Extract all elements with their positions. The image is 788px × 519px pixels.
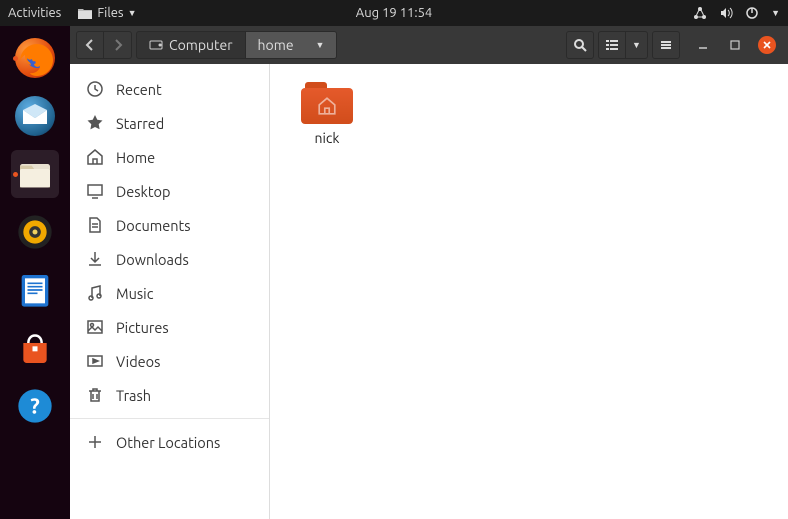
nav-back-button[interactable]: [76, 31, 104, 59]
music-icon: [86, 284, 104, 302]
volume-icon[interactable]: [719, 6, 733, 20]
folder-label: nick: [315, 130, 340, 146]
sidebar-item-pictures[interactable]: Pictures: [70, 310, 269, 344]
chevron-down-icon[interactable]: ▼: [771, 8, 780, 18]
dock-thunderbird[interactable]: [11, 92, 59, 140]
star-icon: [86, 114, 104, 132]
maximize-button[interactable]: [726, 36, 744, 54]
sidebar-item-home[interactable]: Home: [70, 140, 269, 174]
sidebar-item-recent[interactable]: Recent: [70, 72, 269, 106]
sidebar-item-videos[interactable]: Videos: [70, 344, 269, 378]
sidebar-item-label: Desktop: [116, 183, 170, 200]
path-current-label: home: [258, 37, 294, 53]
home-folder-icon: [301, 80, 353, 124]
close-button[interactable]: [758, 36, 776, 54]
desktop-icon: [86, 182, 104, 200]
sidebar-item-music[interactable]: Music: [70, 276, 269, 310]
sidebar-item-label: Music: [116, 285, 153, 302]
sidebar-item-trash[interactable]: Trash: [70, 378, 269, 412]
sidebar-item-other-locations[interactable]: Other Locations: [70, 425, 269, 459]
folder-icon: [77, 7, 93, 20]
sidebar-item-downloads[interactable]: Downloads: [70, 242, 269, 276]
dock-files[interactable]: [11, 150, 59, 198]
sidebar-item-label: Videos: [116, 353, 160, 370]
sidebar-item-label: Starred: [116, 115, 164, 132]
view-options-button[interactable]: ▼: [626, 31, 648, 59]
chevron-down-icon: ▼: [632, 40, 641, 50]
video-icon: [86, 352, 104, 370]
view-list-button[interactable]: [598, 31, 626, 59]
sidebar-item-label: Downloads: [116, 251, 189, 268]
dock-firefox[interactable]: [11, 34, 59, 82]
sidebar-item-desktop[interactable]: Desktop: [70, 174, 269, 208]
sidebar-item-label: Documents: [116, 217, 191, 234]
app-menu[interactable]: Files ▼: [77, 6, 136, 20]
plus-icon: [86, 433, 104, 451]
hamburger-menu-button[interactable]: [652, 31, 680, 59]
launcher-dock: ?: [0, 26, 70, 519]
path-root-label: Computer: [169, 37, 233, 53]
power-icon[interactable]: [745, 6, 759, 20]
activities-button[interactable]: Activities: [8, 6, 61, 20]
path-bar: Computer home ▼: [136, 31, 337, 59]
disk-icon: [149, 38, 163, 52]
chevron-down-icon: ▼: [316, 40, 325, 50]
path-current[interactable]: home ▼: [245, 32, 337, 58]
dock-software[interactable]: [11, 324, 59, 372]
minimize-button[interactable]: [694, 36, 712, 54]
trash-icon: [86, 386, 104, 404]
folder-item[interactable]: nick: [286, 80, 368, 146]
sidebar-item-label: Trash: [116, 387, 151, 404]
chevron-down-icon: ▼: [128, 8, 137, 18]
svg-text:?: ?: [30, 395, 40, 419]
path-root[interactable]: Computer: [137, 32, 245, 58]
dock-help[interactable]: ?: [11, 382, 59, 430]
clock-icon: [86, 80, 104, 98]
app-menu-label: Files: [97, 6, 123, 20]
top-panel: Activities Files ▼ Aug 19 11:54 ▼: [0, 0, 788, 26]
home-icon: [86, 148, 104, 166]
places-sidebar: Recent Starred Home Desktop Documents Do…: [70, 64, 270, 519]
dock-rhythmbox[interactable]: [11, 208, 59, 256]
sidebar-item-label: Home: [116, 149, 155, 166]
separator: [70, 418, 269, 419]
download-icon: [86, 250, 104, 268]
search-button[interactable]: [566, 31, 594, 59]
nav-forward-button[interactable]: [104, 31, 132, 59]
sidebar-item-documents[interactable]: Documents: [70, 208, 269, 242]
sidebar-item-label: Recent: [116, 81, 162, 98]
file-view[interactable]: nick: [270, 64, 788, 519]
dock-writer[interactable]: [11, 266, 59, 314]
sidebar-item-starred[interactable]: Starred: [70, 106, 269, 140]
sidebar-item-label: Other Locations: [116, 434, 220, 451]
sidebar-item-label: Pictures: [116, 319, 169, 336]
picture-icon: [86, 318, 104, 336]
headerbar: Computer home ▼ ▼: [70, 26, 788, 64]
files-window: Computer home ▼ ▼ Recent: [70, 26, 788, 519]
document-icon: [86, 216, 104, 234]
clock[interactable]: Aug 19 11:54: [356, 6, 433, 20]
network-icon[interactable]: [693, 6, 707, 20]
